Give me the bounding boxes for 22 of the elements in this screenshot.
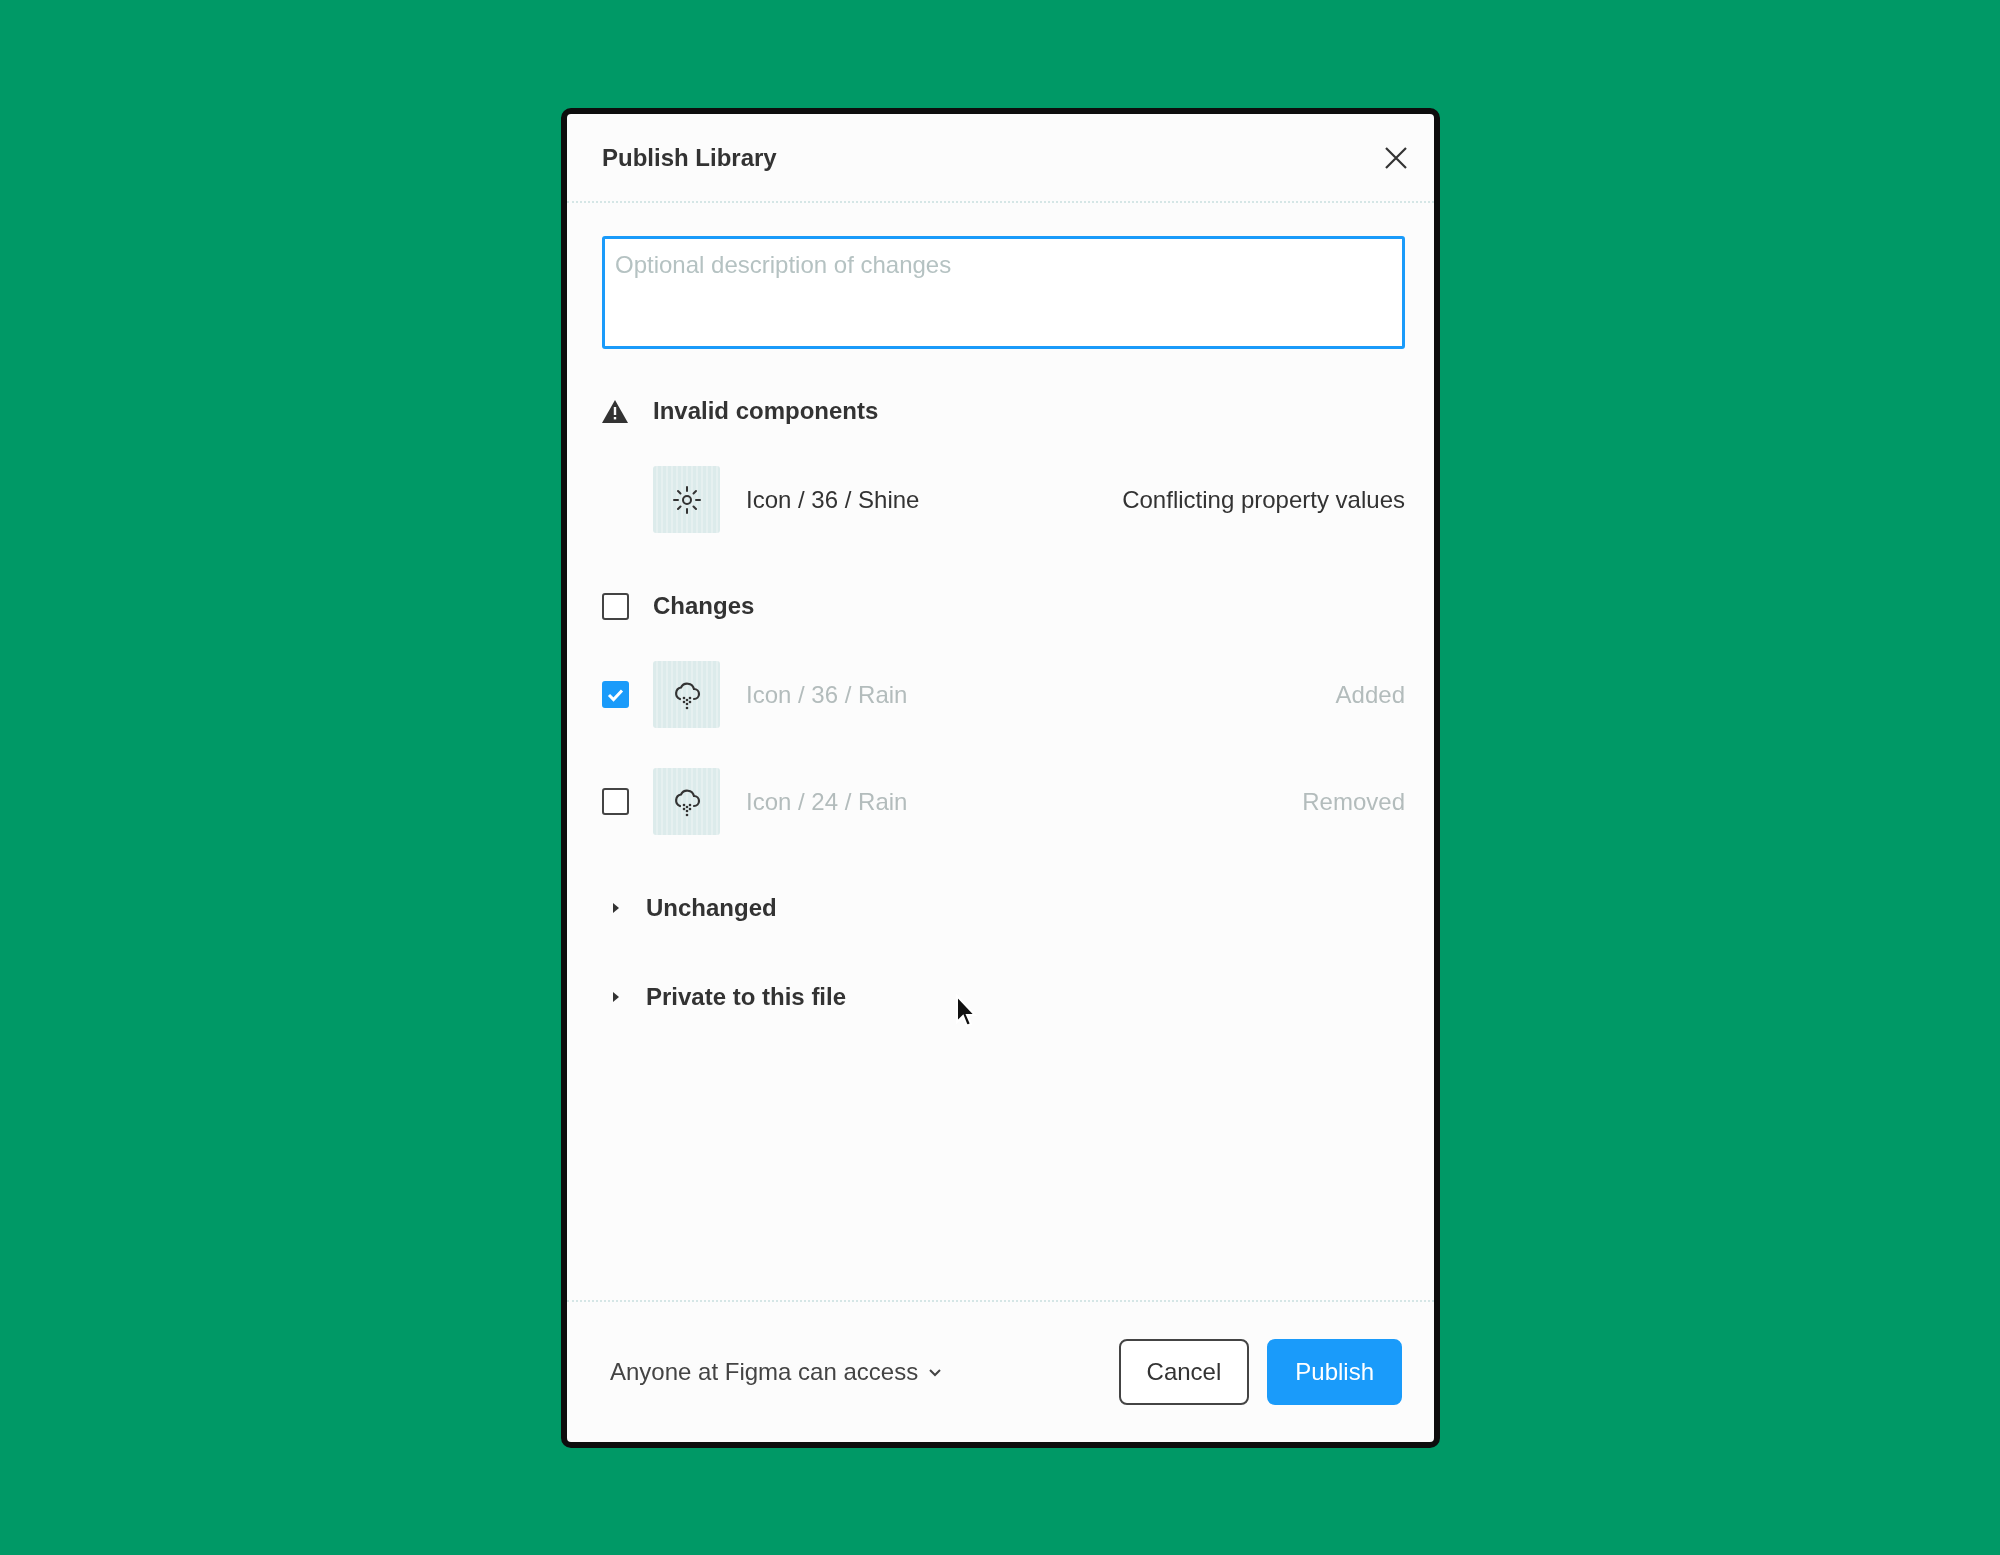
change-status: Conflicting property values: [1122, 485, 1405, 514]
checkbox[interactable]: [602, 788, 629, 815]
section-toggle[interactable]: Private to this file: [602, 983, 847, 1011]
change-status: Removed: [1302, 787, 1405, 816]
section-heading: Invalid components: [653, 397, 879, 425]
close-icon: [1384, 145, 1408, 170]
change-status: Added: [1335, 680, 1405, 709]
access-dropdown[interactable]: Anyone at Figma can access: [610, 1358, 943, 1386]
component-name: Icon / 36 / Shine: [746, 485, 920, 514]
checkmark-icon: [607, 687, 624, 702]
checkbox[interactable]: [602, 592, 629, 620]
dialog-title: Publish Library: [602, 143, 777, 172]
section-toggle[interactable]: Unchanged: [602, 894, 777, 922]
description-field[interactable]: Optional description of changes: [602, 236, 1405, 349]
component-name: Icon / 24 / Rain: [746, 787, 908, 816]
section-heading: Changes: [653, 592, 755, 620]
cancel-button[interactable]: Cancel: [1118, 1339, 1250, 1405]
sun-icon: [670, 483, 703, 516]
component-name: Icon / 36 / Rain: [746, 680, 908, 709]
chevron-down-icon: [928, 1367, 943, 1377]
checkbox[interactable]: [602, 681, 629, 708]
warning-icon: [602, 399, 628, 423]
